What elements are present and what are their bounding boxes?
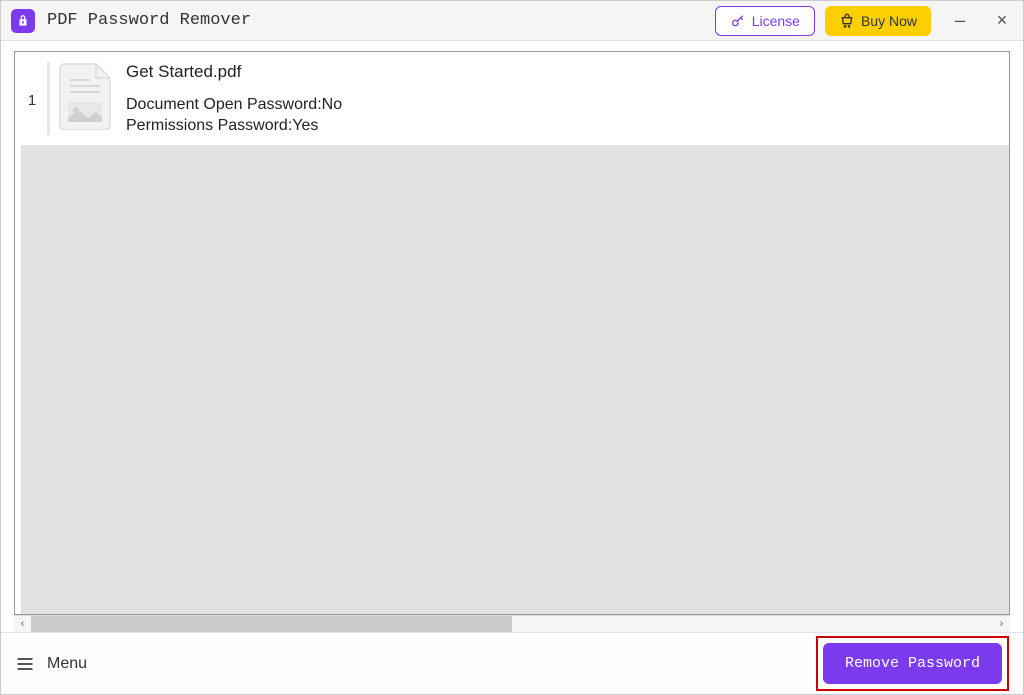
app-icon (11, 9, 35, 33)
buy-now-label: Buy Now (861, 13, 917, 29)
scroll-thumb[interactable] (31, 616, 512, 632)
row-index: 1 (23, 62, 41, 109)
scroll-left-arrow-icon[interactable]: ‹ (14, 616, 31, 633)
file-list-container: 1 Get Started.pdf (14, 51, 1010, 615)
window-controls: – × (949, 10, 1013, 32)
titlebar: PDF Password Remover License Buy Now – × (1, 1, 1023, 41)
cart-icon (839, 13, 855, 29)
file-row[interactable]: 1 Get Started.pdf (15, 52, 1009, 145)
open-password-line: Document Open Password:No (126, 96, 342, 114)
menu-label: Menu (47, 655, 87, 673)
hamburger-icon (15, 654, 35, 674)
file-details: Get Started.pdf Document Open Password:N… (126, 62, 342, 135)
file-list: 1 Get Started.pdf (15, 52, 1009, 614)
license-label: License (752, 13, 800, 29)
row-divider (47, 62, 50, 135)
list-empty-area[interactable] (21, 145, 1009, 614)
file-meta: Document Open Password:No Permissions Pa… (126, 96, 342, 135)
buy-now-button[interactable]: Buy Now (825, 6, 931, 36)
scroll-track[interactable] (31, 616, 993, 632)
menu-button[interactable]: Menu (15, 654, 87, 674)
remove-password-button[interactable]: Remove Password (823, 643, 1002, 684)
permissions-password-line: Permissions Password:Yes (126, 117, 342, 135)
horizontal-scrollbar[interactable]: ‹ › (14, 615, 1010, 632)
close-button[interactable]: × (991, 10, 1013, 32)
key-icon (730, 13, 746, 29)
remove-password-highlight: Remove Password (816, 636, 1009, 691)
footer: Menu Remove Password (1, 632, 1023, 694)
pdf-thumbnail-icon (56, 62, 114, 130)
scroll-right-arrow-icon[interactable]: › (993, 616, 1010, 633)
minimize-button[interactable]: – (949, 10, 971, 32)
app-title: PDF Password Remover (47, 11, 715, 30)
main-area: 1 Get Started.pdf (1, 41, 1023, 632)
license-button[interactable]: License (715, 6, 815, 36)
file-name: Get Started.pdf (126, 62, 342, 82)
